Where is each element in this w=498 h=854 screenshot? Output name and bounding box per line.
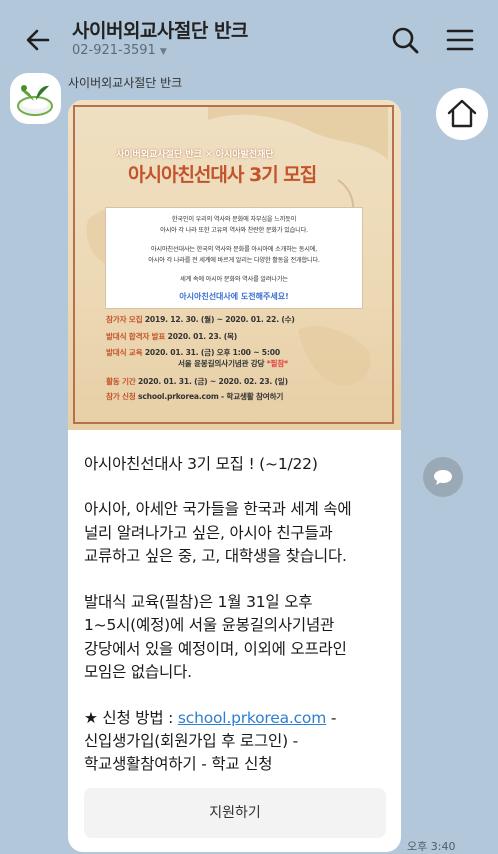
back-arrow-icon[interactable] — [22, 24, 54, 56]
share-button[interactable] — [423, 457, 463, 497]
phone-number[interactable]: 02-921-3591 ▼ — [72, 43, 167, 58]
poster-intro-line: 아시아친선대사는 한국의 역사와 문화를 아시아에 소개하는 동시에, — [150, 246, 318, 253]
sender-name: 사이버외교사절단 반크 — [68, 76, 183, 90]
poster-intro-line: 한국인이 우리의 역사와 문화에 자부심을 느끼듯이 — [171, 216, 297, 223]
message-line: 1~5시(예정)에 서울 윤봉길의사기념관 — [84, 616, 335, 634]
poster-intro-line: 아시아 각 나라를 전 세계에 바르게 알리는 다양한 활동을 전개합니다. — [148, 257, 320, 264]
avatar[interactable] — [10, 73, 61, 124]
search-icon[interactable] — [389, 24, 421, 56]
poster-detail-value: 2020. 01. 31. (금) 오후 1:00 ~ 5:00 — [144, 348, 280, 357]
message-line: 학교생활참여하기 - 학교 신청 — [84, 755, 273, 773]
poster-detail-value: 2019. 12. 30. (월) ~ 2020. 01. 22. (수) — [144, 315, 295, 324]
message-line: 아시아친선대사 3기 모집 ! (~1/22) — [84, 455, 318, 473]
message-line: 강당에서 있을 예정이며, 이외에 오프라인 — [84, 640, 347, 658]
poster-intro-box: 한국인이 우리의 역사와 문화에 자부심을 느끼듯이 아시아 각 나라 또한 고… — [105, 207, 363, 309]
poster-organizers: 사이버외교사절단 반크 ✕ 아시아발전재단 — [116, 150, 274, 160]
message-line: ★ 신청 방법 : school.prkorea.com - — [84, 706, 336, 728]
message-line: 널리 알려나가고 싶은, 아시아 친구들과 — [84, 524, 333, 542]
chat-title[interactable]: 사이버외교사절단 반크 — [72, 16, 248, 43]
message-line: 신입생가입(회원가입 후 로그인) - — [84, 732, 299, 750]
poster-detail-value: 서울 윤봉길의사기념관 강당 — [178, 359, 265, 368]
hamburger-menu-icon[interactable] — [444, 24, 476, 56]
apply-link[interactable]: school.prkorea.com — [178, 709, 326, 727]
message-text: ★ 신청 방법 : — [84, 709, 178, 727]
message-line: 모임은 없습니다. — [84, 663, 192, 681]
poster-detail-value: 2020. 01. 31. (금) ~ 2020. 02. 23. (일) — [138, 377, 288, 386]
poster-detail-value: 2020. 01. 23. (목) — [167, 332, 238, 341]
message-card[interactable]: 사이버외교사절단 반크 ✕ 아시아발전재단 아시아친선대사 3기 모집 한국인이… — [68, 100, 401, 852]
apply-button[interactable]: 지원하기 — [84, 788, 386, 838]
poster-detail-key: 발대식 교육 — [106, 348, 143, 357]
message-line: 발대식 교육(필참)은 1월 31일 오후 — [84, 593, 313, 611]
message-line: 아시아, 아세안 국가들을 한국과 세계 속에 — [84, 500, 352, 518]
poster-detail-key: 활동 기간 — [106, 377, 136, 386]
message-line: 교류하고 싶은 중, 고, 대학생을 찾습니다. — [84, 547, 347, 565]
message-text: - — [326, 709, 337, 727]
poster-detail-row: 발대식 합격자 발표 2020. 01. 23. (목) — [106, 331, 237, 342]
poster-detail-row: 참가자 모집 2019. 12. 30. (월) ~ 2020. 01. 22.… — [106, 314, 295, 325]
phone-number-text: 02-921-3591 — [72, 43, 156, 58]
poster-detail-row: 활동 기간 2020. 01. 31. (금) ~ 2020. 02. 23. … — [106, 376, 288, 387]
bank-logo-icon — [17, 85, 53, 116]
poster-detail-row: 서울 윤봉길의사기념관 강당 *필참* — [178, 358, 288, 369]
poster-detail-required: *필참* — [266, 359, 288, 368]
poster-detail-row: 발대식 교육 2020. 01. 31. (금) 오후 1:00 ~ 5:00 — [106, 347, 280, 358]
poster-image[interactable]: 사이버외교사절단 반크 ✕ 아시아발전재단 아시아친선대사 3기 모집 한국인이… — [68, 100, 401, 430]
poster-intro-line: 아시아 각 나라 또한 고유의 역사와 찬란한 문화가 있습니다. — [160, 227, 308, 234]
poster-detail-key: 발대식 합격자 발표 — [106, 332, 166, 341]
message-timestamp: 오후 3:40 — [407, 840, 456, 853]
poster-detail-row: 참가 신청 school.prkorea.com - 학교생활 참여하기 — [106, 391, 283, 402]
share-icon — [434, 470, 452, 485]
poster-detail-key: 참가 신청 — [106, 392, 136, 401]
poster-intro-line: 세계 속에 아시아 문화와 역사를 알려나가는 — [180, 276, 288, 283]
chat-header: 사이버외교사절단 반크 02-921-3591 ▼ — [0, 0, 498, 74]
chevron-down-icon: ▼ — [159, 47, 167, 57]
poster-detail-value: school.prkorea.com - 학교생활 참여하기 — [138, 392, 284, 401]
poster-intro-emphasis: 아시아친선대사에 도전해주세요! — [179, 292, 289, 301]
poster-title: 아시아친선대사 3기 모집 — [128, 164, 317, 186]
home-button[interactable] — [436, 88, 488, 140]
poster-detail-key: 참가자 모집 — [106, 315, 143, 324]
home-icon — [447, 99, 477, 128]
